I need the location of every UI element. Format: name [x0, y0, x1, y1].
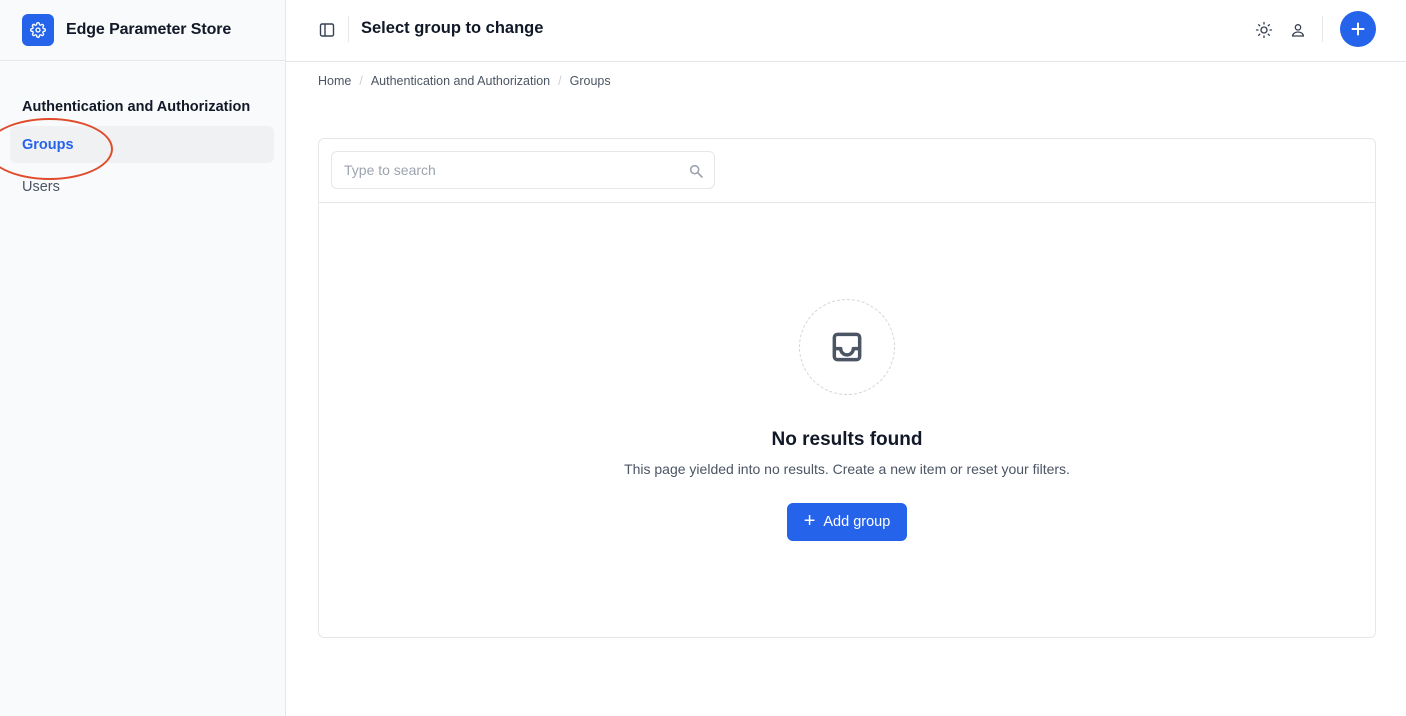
plus-icon: +: [803, 510, 816, 532]
user-icon[interactable]: [1286, 18, 1310, 42]
breadcrumb-home[interactable]: Home: [318, 74, 351, 88]
add-group-button[interactable]: + Add group: [787, 503, 907, 541]
sidebar: Edge Parameter Store Authentication and …: [0, 0, 286, 716]
search-box: [331, 151, 715, 189]
header-divider: [1322, 16, 1323, 42]
brand[interactable]: Edge Parameter Store: [0, 0, 285, 61]
card-toolbar: [319, 139, 1375, 203]
results-card: No results found This page yielded into …: [318, 138, 1376, 638]
sidebar-item-groups[interactable]: Groups: [10, 126, 274, 163]
plus-icon: [1351, 22, 1365, 36]
add-group-label: Add group: [823, 514, 891, 530]
breadcrumb-separator: /: [558, 74, 562, 88]
sun-icon[interactable]: [1252, 18, 1276, 42]
empty-state-description: This page yielded into no results. Creat…: [624, 461, 1070, 477]
gear-icon: [22, 14, 54, 46]
app-title: Edge Parameter Store: [66, 21, 232, 38]
add-button[interactable]: [1340, 11, 1376, 47]
header-divider: [348, 16, 349, 42]
breadcrumb-groups: Groups: [569, 74, 611, 88]
breadcrumb-separator: /: [359, 74, 363, 88]
sidebar-toggle-icon[interactable]: [316, 19, 338, 41]
page-title: Select group to change: [361, 19, 544, 37]
nav-section-title: Authentication and Authorization: [22, 99, 251, 115]
search-input[interactable]: [332, 152, 714, 188]
search-icon: [689, 164, 703, 178]
header: Select group to change: [286, 0, 1406, 62]
empty-state-title: No results found: [771, 429, 923, 450]
empty-state-icon-wrapper: [799, 299, 895, 395]
inbox-icon: [832, 332, 862, 362]
breadcrumb: Home / Authentication and Authorization …: [318, 74, 611, 88]
breadcrumb-auth[interactable]: Authentication and Authorization: [371, 74, 550, 88]
sidebar-item-users[interactable]: Users: [10, 168, 274, 205]
